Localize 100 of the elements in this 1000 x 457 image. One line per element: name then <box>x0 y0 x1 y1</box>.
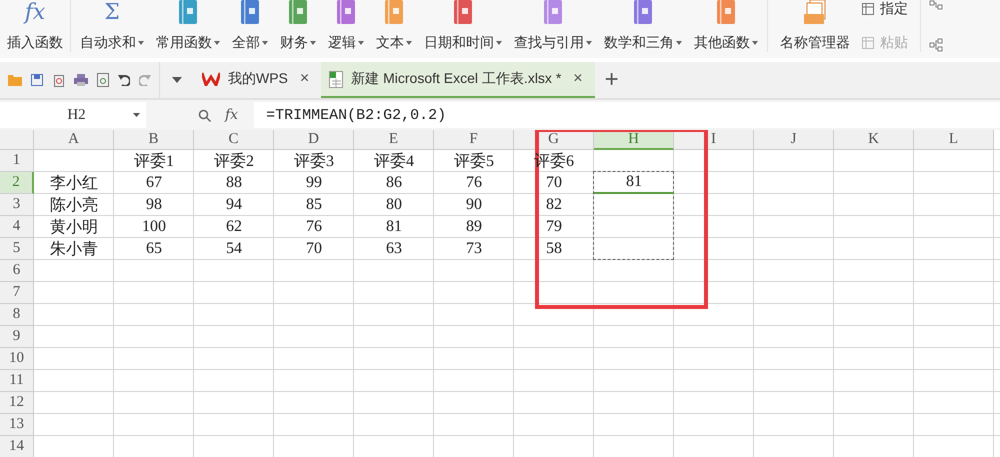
table-cell-text: 73 <box>465 239 483 259</box>
caret-icon <box>310 41 316 45</box>
table-cell: 81 <box>594 172 674 194</box>
save-icon[interactable] <box>31 74 43 86</box>
table-cell-text: 94 <box>225 195 243 215</box>
table-cell-text: 70 <box>545 173 563 193</box>
ribbon-button[interactable]: 其他函数 <box>694 0 758 52</box>
close-button[interactable]: × <box>569 70 587 88</box>
caret-icon <box>676 41 682 45</box>
table-cell-text: 67 <box>145 173 163 193</box>
table-cell-text: 评委5 <box>453 152 495 172</box>
table-cell-text: 90 <box>465 195 483 215</box>
document-tab[interactable]: 我的WPS × <box>194 62 322 98</box>
redo-icon[interactable] <box>139 74 151 86</box>
caret-icon <box>262 41 268 45</box>
row-header[interactable]: 6 <box>0 260 34 282</box>
ribbon-button[interactable]: fx 插入函数 <box>7 0 63 52</box>
caret-icon <box>133 113 140 117</box>
row-header[interactable]: 8 <box>0 304 34 326</box>
row-header[interactable]: 7 <box>0 282 34 304</box>
ribbon-button[interactable]: 数学和三角 <box>604 0 682 52</box>
ribbon-button[interactable]: 逻辑 <box>328 0 364 52</box>
zoom-icon[interactable] <box>198 108 211 122</box>
function-button[interactable]: fx <box>225 107 238 123</box>
table-cell-text: 85 <box>305 195 323 215</box>
table-cell-text: 评委1 <box>133 152 175 172</box>
table-cell-text: 63 <box>385 239 403 259</box>
preview-icon[interactable] <box>97 73 109 87</box>
column-header[interactable]: I <box>674 130 754 150</box>
caret-icon <box>138 41 144 45</box>
table-cell-text: 54 <box>225 239 243 259</box>
table-cell-text: 89 <box>465 217 483 237</box>
row-header[interactable]: 4 <box>0 216 34 238</box>
table-cell-text: 评委2 <box>213 152 255 172</box>
caret-icon <box>586 41 592 45</box>
column-header[interactable]: D <box>274 130 354 150</box>
table-cell-text: 评委3 <box>293 152 335 172</box>
table-cell-text: 58 <box>545 239 563 259</box>
new-tab-button[interactable]: + <box>594 66 629 94</box>
table-icon <box>862 37 874 49</box>
w-logo-icon <box>202 72 220 86</box>
caret-icon[interactable] <box>172 77 182 83</box>
table-cell-text: 评委4 <box>373 152 415 172</box>
caret-icon <box>358 41 364 45</box>
row-header[interactable]: 11 <box>0 370 34 392</box>
print-icon[interactable] <box>74 74 88 86</box>
caret-icon <box>496 41 502 45</box>
ribbon-button[interactable]: 日期和时间 <box>424 0 502 52</box>
row-header[interactable]: 12 <box>0 392 34 414</box>
row-header[interactable]: 9 <box>0 326 34 348</box>
caret-icon <box>406 41 412 45</box>
ribbon-button[interactable]: Σ 自动求和 <box>80 0 144 52</box>
flowchart-icon[interactable] <box>929 38 943 52</box>
column-header[interactable]: L <box>914 130 994 150</box>
table-cell-text: 81 <box>385 217 403 237</box>
row-header[interactable]: 14 <box>0 436 34 457</box>
table-cell-text: 62 <box>225 217 243 237</box>
caret-icon <box>752 41 758 45</box>
formula-field[interactable]: =TRIMMEAN(B2:G2,0.2) <box>254 102 1000 128</box>
column-header[interactable]: F <box>434 130 514 150</box>
close-button[interactable]: × <box>296 70 314 88</box>
table-icon <box>862 3 874 15</box>
row-header[interactable]: 3 <box>0 194 34 216</box>
column-header[interactable]: C <box>194 130 274 150</box>
table-cell-text: 65 <box>145 239 163 259</box>
ribbon-button[interactable]: 文本 <box>376 0 412 52</box>
table-cell-text: 70 <box>305 239 323 259</box>
name-box[interactable]: H2 <box>0 102 146 128</box>
row-header[interactable]: 2 <box>0 172 34 194</box>
function-icon: fx <box>24 0 46 26</box>
column-header[interactable]: J <box>754 130 834 150</box>
column-header[interactable]: A <box>34 130 114 150</box>
table-cell-text: 陈小亮 <box>49 196 99 216</box>
row-header[interactable]: 13 <box>0 414 34 436</box>
ribbon-button[interactable]: 财务 <box>280 0 316 52</box>
table-cell-text: 76 <box>465 173 483 193</box>
row-header[interactable]: 10 <box>0 348 34 370</box>
column-header[interactable]: H <box>594 130 674 150</box>
row-header[interactable]: 1 <box>0 150 34 172</box>
export-icon[interactable] <box>52 74 65 86</box>
table-cell-text: 李小红 <box>49 174 99 194</box>
table-cell-text: 86 <box>385 173 403 193</box>
ribbon-button[interactable]: 全部 <box>232 0 268 52</box>
table-cell-text: 79 <box>545 217 563 237</box>
table-cell-text: 98 <box>145 195 163 215</box>
ribbon-button[interactable]: 名称管理器 <box>780 0 850 52</box>
table-cell-text: 82 <box>545 195 563 215</box>
column-header[interactable]: K <box>834 130 914 150</box>
ribbon-button[interactable]: 常用函数 <box>156 0 220 52</box>
ribbon-button[interactable]: 指定 <box>862 0 908 18</box>
undo-icon[interactable] <box>118 74 130 86</box>
column-header[interactable]: B <box>114 130 194 150</box>
row-header[interactable]: 5 <box>0 238 34 260</box>
column-header[interactable]: E <box>354 130 434 150</box>
table-cell-text: 朱小青 <box>49 240 99 260</box>
table-cell-text: 88 <box>225 173 243 193</box>
ribbon-button[interactable]: 查找与引用 <box>514 0 592 52</box>
caret-icon <box>214 41 220 45</box>
table-cell-text: 80 <box>385 195 403 215</box>
document-tab[interactable]: 新建 Microsoft Excel 工作表.xlsx * × <box>321 62 595 98</box>
